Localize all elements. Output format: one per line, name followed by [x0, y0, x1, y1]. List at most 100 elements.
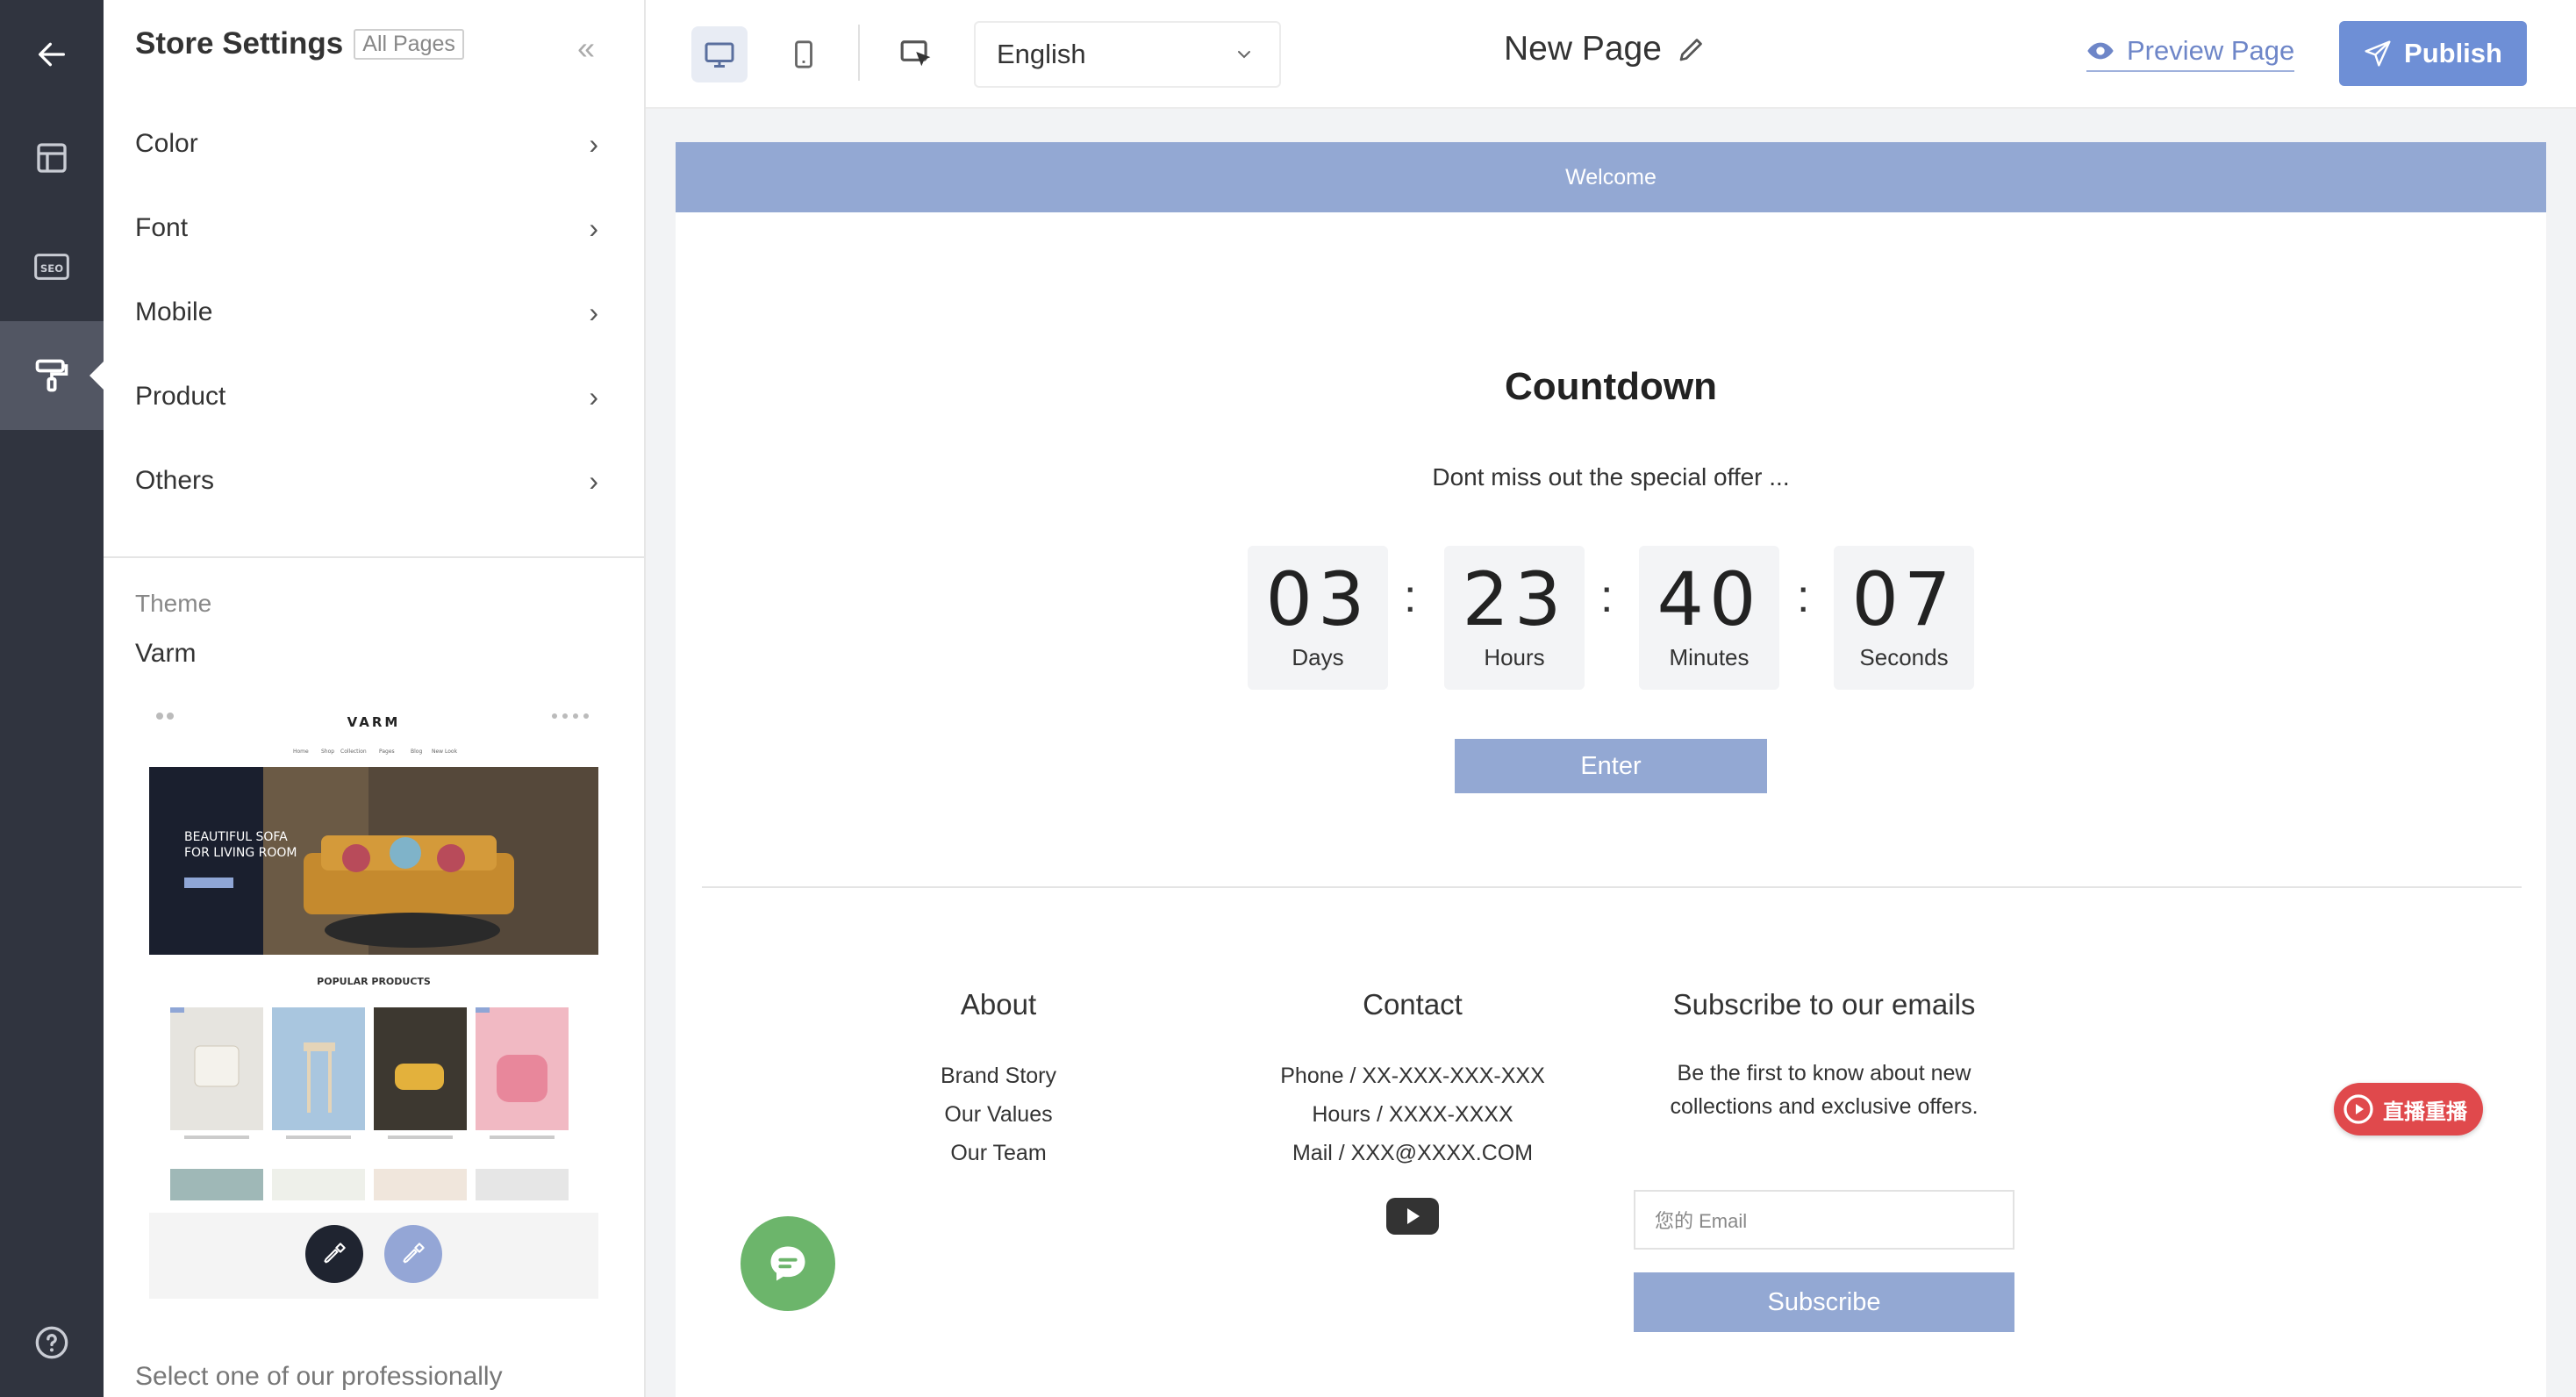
monitor-icon — [705, 42, 734, 68]
eye-icon — [2087, 42, 2114, 60]
layout-icon — [37, 143, 67, 173]
theme-color-light-swatch[interactable] — [384, 1225, 442, 1283]
theme-color-dark-swatch[interactable] — [305, 1225, 363, 1283]
publish-button[interactable]: Publish — [2339, 21, 2527, 86]
seo-button[interactable]: SEO — [0, 212, 104, 321]
svg-text:FOR LIVING ROOM: FOR LIVING ROOM — [184, 846, 297, 860]
social-links — [1246, 1197, 1579, 1236]
theme-preview[interactable]: VARM Home Shop Collection Pages Blog New… — [149, 695, 598, 1299]
svg-text:Home: Home — [293, 749, 309, 755]
countdown-colon: : — [1600, 571, 1614, 622]
chat-button[interactable] — [741, 1216, 835, 1311]
eyedropper-icon — [324, 1243, 346, 1264]
left-rail: SEO — [0, 0, 104, 1397]
countdown-seconds-label: Seconds — [1859, 644, 1949, 670]
chevron-right-icon: › — [589, 127, 598, 160]
live-replay-badge[interactable]: 直播重播 — [2334, 1083, 2483, 1136]
editor-canvas: Welcome Countdown Dont miss out the spec… — [646, 109, 2576, 1397]
preview-page-label: Preview Page — [2127, 35, 2295, 66]
svg-text:Pages: Pages — [379, 749, 395, 755]
theme-preview-image: VARM Home Shop Collection Pages Blog New… — [149, 713, 598, 1299]
menu-item-color[interactable]: Color › — [104, 102, 644, 186]
send-icon — [2365, 40, 2391, 67]
subscribe-description: Be the first to know about new — [1677, 1061, 1971, 1085]
seo-icon: SEO — [34, 254, 69, 280]
mobile-view-button[interactable] — [776, 26, 832, 82]
countdown-hours-label: Hours — [1484, 644, 1545, 670]
panel-title: Store Settings — [135, 26, 344, 61]
chevron-right-icon: › — [589, 464, 598, 497]
top-toolbar: English New Page Preview Page Publish — [646, 0, 2576, 109]
contact-hours: Hours / XXXX-XXXX — [1312, 1102, 1513, 1127]
countdown-seconds-value: 07 — [1851, 556, 1957, 642]
store-settings-panel: Store Settings All Pages « Color › Font … — [104, 0, 646, 1397]
theme-description: Select one of our professionally — [135, 1362, 503, 1391]
cursor-select-icon — [900, 40, 931, 67]
layout-button[interactable] — [0, 104, 104, 212]
countdown-subtitle: Dont miss out the special offer ... — [1432, 463, 1790, 491]
menu-item-label: Product — [135, 382, 226, 411]
countdown-colon: : — [1797, 571, 1810, 622]
menu-item-label: Font — [135, 213, 189, 242]
play-circle-icon — [2343, 1094, 2373, 1124]
svg-text:Collection: Collection — [340, 749, 367, 755]
panel-header: Store Settings All Pages — [135, 26, 464, 61]
chevron-down-icon — [1238, 51, 1250, 59]
welcome-banner[interactable]: Welcome — [676, 142, 2546, 212]
youtube-icon[interactable] — [1385, 1197, 1440, 1236]
footer-about: About Brand Story Our Values Our Team — [867, 988, 1130, 1172]
subscribe-description: collections and exclusive offers. — [1670, 1094, 1979, 1119]
svg-text:BEAUTIFUL SOFA: BEAUTIFUL SOFA — [184, 830, 288, 844]
menu-item-product[interactable]: Product › — [104, 355, 644, 439]
menu-item-label: Mobile — [135, 297, 213, 326]
svg-text:POPULAR PRODUCTS: POPULAR PRODUCTS — [317, 976, 431, 987]
footer-subscribe-title: Subscribe to our emails — [1672, 988, 1976, 1021]
publish-label: Publish — [2404, 38, 2502, 68]
email-field[interactable]: 您的 Email — [1634, 1190, 2014, 1250]
enter-button[interactable]: Enter — [1455, 739, 1767, 793]
countdown-days-label: Days — [1292, 644, 1344, 670]
page-name-text: New Page — [1504, 30, 1662, 68]
menu-item-mobile[interactable]: Mobile › — [104, 270, 644, 355]
language-select[interactable]: English — [974, 21, 1281, 88]
menu-item-label: Others — [135, 466, 215, 495]
footer-link[interactable]: Our Team — [867, 1134, 1130, 1172]
menu-item-font[interactable]: Font › — [104, 186, 644, 270]
countdown-seconds: 07 Seconds — [1834, 546, 1974, 690]
arrow-left-icon — [39, 42, 66, 67]
panel-divider — [104, 556, 644, 558]
chevron-right-icon: › — [589, 380, 598, 412]
countdown-minutes: 40 Minutes — [1639, 546, 1779, 690]
menu-item-others[interactable]: Others › — [104, 439, 644, 523]
footer-link[interactable]: Our Values — [867, 1095, 1130, 1134]
countdown-days: 03 Days — [1248, 546, 1388, 690]
theme-name: Varm — [135, 639, 197, 668]
desktop-view-button[interactable] — [691, 26, 748, 82]
subscribe-button[interactable]: Subscribe — [1634, 1272, 2014, 1332]
page-preview: Welcome Countdown Dont miss out the spec… — [676, 142, 2546, 1397]
contact-mail: Mail / XXX@XXXX.COM — [1292, 1141, 1534, 1165]
menu-item-label: Color — [135, 129, 198, 158]
footer-link[interactable]: Brand Story — [867, 1057, 1130, 1095]
countdown-hours-value: 23 — [1462, 556, 1567, 642]
contact-phone: Phone / XX-XXX-XXX-XXX — [1280, 1064, 1545, 1088]
back-button[interactable] — [0, 0, 104, 109]
chat-bubble-icon — [770, 1246, 805, 1281]
countdown-minutes-value: 40 — [1657, 556, 1762, 642]
store-style-button[interactable] — [0, 321, 104, 430]
chevron-right-icon: › — [589, 211, 598, 244]
select-element-button[interactable] — [888, 26, 944, 82]
pencil-icon[interactable] — [1676, 33, 1707, 65]
preview-page-link[interactable]: Preview Page — [2086, 35, 2295, 72]
svg-text:VARM: VARM — [347, 714, 401, 730]
theme-label: Theme — [135, 590, 212, 617]
svg-text:SEO: SEO — [40, 262, 63, 275]
footer-subscribe: Subscribe to our emails Be the first to … — [1618, 988, 2030, 1123]
scope-tag: All Pages — [354, 28, 464, 60]
svg-text:Shop: Shop — [321, 749, 334, 755]
eyedropper-icon — [403, 1243, 425, 1264]
help-button[interactable] — [0, 1288, 104, 1397]
paint-roller-icon — [35, 359, 68, 392]
collapse-panel-icon[interactable]: « — [577, 30, 595, 67]
help-circle-icon — [35, 1326, 68, 1359]
